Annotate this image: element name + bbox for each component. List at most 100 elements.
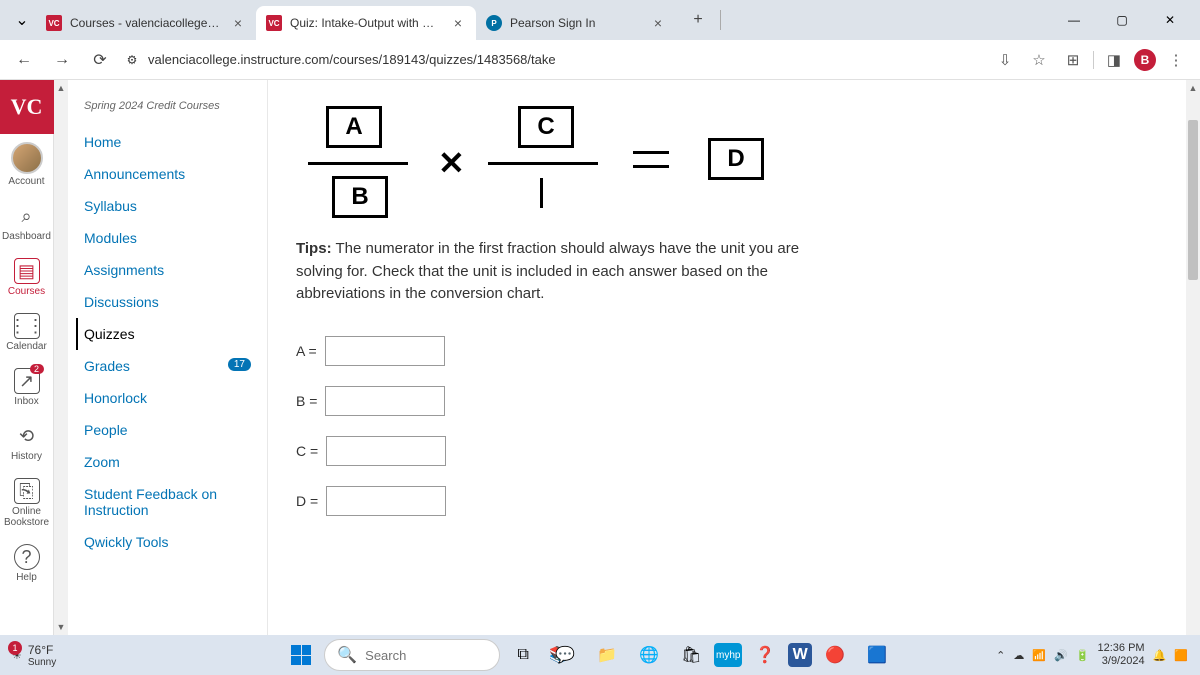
answer-row-d: D = <box>296 486 1180 516</box>
task-view-button[interactable]: ⧉ <box>504 639 542 671</box>
nav-people[interactable]: People <box>84 414 251 446</box>
scroll-up-icon[interactable]: ▲ <box>54 80 68 96</box>
tray-app-icon[interactable]: 🟧 <box>1174 649 1188 662</box>
new-tab-button[interactable]: + <box>684 6 712 34</box>
nav-feedback[interactable]: Student Feedback on Instruction <box>84 478 251 526</box>
taskbar-app[interactable]: 🟦 <box>858 639 896 671</box>
tab-title: Courses - valenciacollege.edu <box>70 16 222 30</box>
nav-history[interactable]: ⟲ History <box>0 415 54 470</box>
separator <box>1093 51 1094 69</box>
taskbar-app-explorer[interactable]: 📁 <box>588 639 626 671</box>
notifications-icon[interactable]: 🔔 <box>1153 649 1167 662</box>
tray-wifi-icon[interactable]: 📶 <box>1032 649 1046 662</box>
nav-quizzes[interactable]: Quizzes <box>76 318 251 350</box>
forward-button[interactable]: → <box>48 46 76 74</box>
label-d: D = <box>296 493 318 509</box>
close-icon[interactable]: × <box>450 15 466 31</box>
nav-grades[interactable]: Grades 17 <box>84 350 251 382</box>
nav-discussions[interactable]: Discussions <box>84 286 251 318</box>
close-icon[interactable]: × <box>650 15 666 31</box>
input-a[interactable] <box>325 336 445 366</box>
course-navigation: Spring 2024 Credit Courses Home Announce… <box>68 80 268 635</box>
favicon-vc-icon: VC <box>266 15 282 31</box>
history-icon: ⟲ <box>14 423 40 449</box>
nav-inbox[interactable]: 2 ↗ Inbox <box>0 360 54 415</box>
answer-row-c: C = <box>296 436 1180 466</box>
global-nav-scrollbar[interactable]: ▲ ▼ <box>54 80 68 635</box>
system-clock[interactable]: 12:36 PM 3/9/2024 <box>1098 642 1145 668</box>
tray-volume-icon[interactable]: 🔊 <box>1054 649 1068 662</box>
help-icon: ? <box>14 544 40 570</box>
weather-condition: Sunny <box>28 657 56 668</box>
close-window-button[interactable]: ✕ <box>1148 4 1192 36</box>
taskbar-app[interactable]: 💬 <box>546 639 584 671</box>
nav-zoom[interactable]: Zoom <box>84 446 251 478</box>
tray-cloud-icon[interactable]: ☁ <box>1013 649 1024 662</box>
tab-title: Pearson Sign In <box>510 16 642 30</box>
nav-courses[interactable]: ▤ Courses <box>0 250 54 305</box>
tab-courses[interactable]: VC Courses - valenciacollege.edu × <box>36 6 256 40</box>
nav-qwickly[interactable]: Qwickly Tools <box>84 526 251 558</box>
nav-honorlock[interactable]: Honorlock <box>84 382 251 414</box>
input-c[interactable] <box>326 436 446 466</box>
nav-modules[interactable]: Modules <box>84 222 251 254</box>
nav-syllabus[interactable]: Syllabus <box>84 190 251 222</box>
minimize-button[interactable]: — <box>1052 4 1096 36</box>
box-a: A <box>326 106 382 148</box>
search-icon: 🔍 <box>337 645 357 665</box>
back-button[interactable]: ← <box>10 46 38 74</box>
maximize-button[interactable]: ▢ <box>1100 4 1144 36</box>
nav-assignments[interactable]: Assignments <box>84 254 251 286</box>
taskbar-app-hp[interactable]: myhp <box>714 643 742 667</box>
label-a: A = <box>296 343 317 359</box>
nav-bookstore[interactable]: ⎘ Online Bookstore <box>0 470 54 536</box>
scroll-down-icon[interactable]: ▼ <box>54 619 68 635</box>
nav-calendar[interactable]: ⋮⋮ Calendar <box>0 305 54 360</box>
browser-tab-strip: ⌄ VC Courses - valenciacollege.edu × VC … <box>0 0 1200 40</box>
taskbar-app-word[interactable]: W <box>788 643 812 667</box>
tray-battery-icon[interactable]: 🔋 <box>1076 649 1090 662</box>
bookmark-icon[interactable]: ☆ <box>1025 46 1053 74</box>
side-panel-icon[interactable]: ◨ <box>1100 46 1128 74</box>
tray-chevron-icon[interactable]: ⌃ <box>996 649 1005 662</box>
courses-icon: ▤ <box>14 258 40 284</box>
favicon-pearson-icon: P <box>486 15 502 31</box>
nav-dashboard[interactable]: ⌕ Dashboard <box>0 195 54 250</box>
taskbar-app[interactable]: ❓ <box>746 639 784 671</box>
tab-pearson[interactable]: P Pearson Sign In × <box>476 6 676 40</box>
profile-avatar[interactable]: B <box>1134 49 1156 71</box>
install-app-icon[interactable]: ⇩ <box>991 46 1019 74</box>
input-d[interactable] <box>326 486 446 516</box>
start-button[interactable] <box>282 639 320 671</box>
box-c: C <box>518 106 574 148</box>
taskbar-search[interactable]: 🔍 📚 <box>324 639 500 671</box>
chrome-menu-icon[interactable]: ⋮ <box>1162 46 1190 74</box>
course-term-label: Spring 2024 Credit Courses <box>84 100 251 112</box>
nav-help[interactable]: ? Help <box>0 536 54 591</box>
tab-quiz[interactable]: VC Quiz: Intake-Output with Dimen × <box>256 6 476 40</box>
page-scrollbar[interactable]: ▲ <box>1186 80 1200 635</box>
nav-announcements[interactable]: Announcements <box>84 158 251 190</box>
scroll-up-icon[interactable]: ▲ <box>1186 80 1200 96</box>
separator <box>720 10 721 30</box>
windows-taskbar: 1☀ 76°F Sunny 🔍 📚 ⧉ 💬 📁 🌐 🛍 myhp ❓ W 🔴 🟦… <box>0 635 1200 675</box>
nav-home[interactable]: Home <box>84 126 251 158</box>
fraction-bar <box>488 162 598 165</box>
fraction-bar <box>308 162 408 165</box>
url-text: valenciacollege.instructure.com/courses/… <box>148 52 556 67</box>
avatar <box>11 142 43 174</box>
taskbar-app-store[interactable]: 🛍 <box>672 639 710 671</box>
reload-button[interactable]: ⟳ <box>86 46 114 74</box>
institution-logo[interactable]: VC <box>0 80 54 134</box>
site-settings-icon[interactable]: ⚙ <box>124 52 140 68</box>
nav-account[interactable]: Account <box>0 134 54 195</box>
extensions-icon[interactable]: ⊞ <box>1059 46 1087 74</box>
tab-list-button[interactable]: ⌄ <box>8 6 36 34</box>
taskbar-app-edge[interactable]: 🌐 <box>630 639 668 671</box>
weather-widget[interactable]: 1☀ 76°F Sunny <box>12 643 56 668</box>
scrollbar-thumb[interactable] <box>1188 120 1198 280</box>
input-b[interactable] <box>325 386 445 416</box>
close-icon[interactable]: × <box>230 15 246 31</box>
taskbar-app-chrome[interactable]: 🔴 <box>816 639 854 671</box>
url-field[interactable]: ⚙ valenciacollege.instructure.com/course… <box>124 52 981 68</box>
